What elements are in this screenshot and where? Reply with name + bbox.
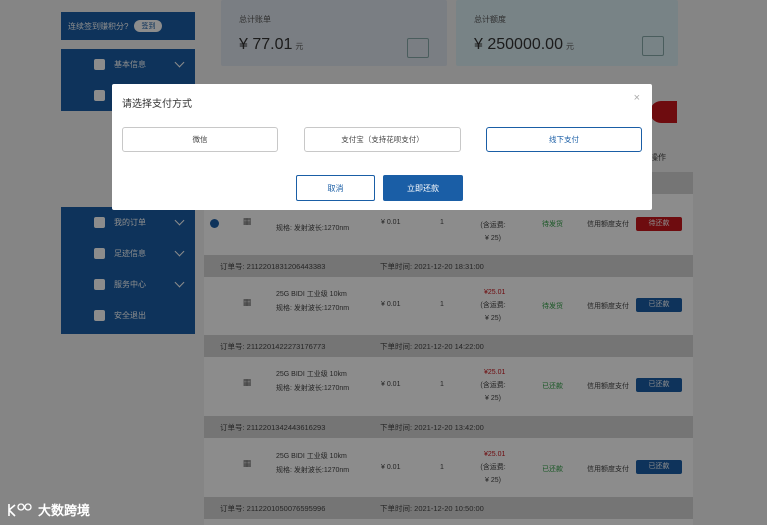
confirm-repay-button[interactable]: 立即还款 xyxy=(383,175,463,201)
payment-method-dialog: 请选择支付方式 × 微信 支付宝（支持花呗支付） 线下支付 取消 立即还款 xyxy=(112,84,652,210)
cancel-button[interactable]: 取消 xyxy=(296,175,375,201)
option-offline[interactable]: 线下支付 xyxy=(486,127,642,152)
watermark-logo: 大数跨境 xyxy=(7,500,90,519)
watermark-text: 大数跨境 xyxy=(38,503,91,518)
option-wechat[interactable]: 微信 xyxy=(122,127,278,152)
dialog-title: 请选择支付方式 xyxy=(122,99,192,110)
logo-mark-icon xyxy=(8,502,32,517)
option-alipay[interactable]: 支付宝（支持花呗支付） xyxy=(304,127,461,152)
modal-backdrop[interactable] xyxy=(0,0,767,525)
close-icon[interactable]: × xyxy=(634,92,640,104)
